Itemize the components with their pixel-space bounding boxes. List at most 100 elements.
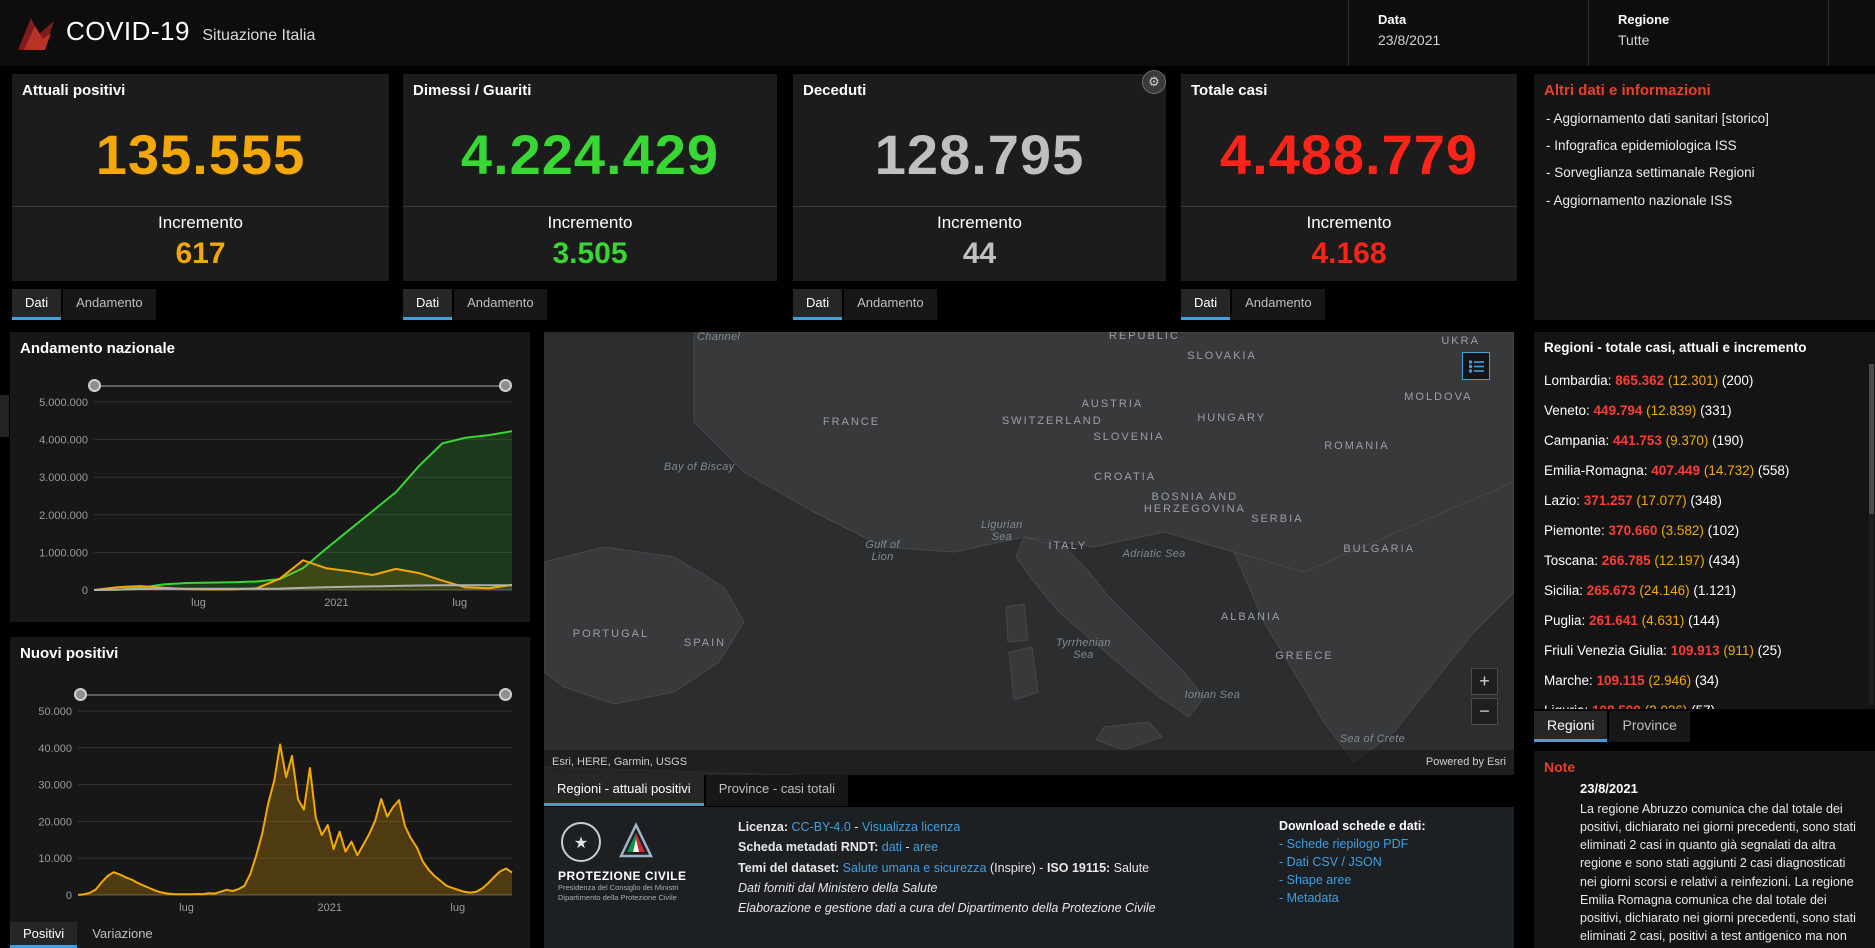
svg-text:30.000: 30.000 bbox=[38, 780, 72, 792]
note-content: 23/8/2021 La regione Abruzzo comunica ch… bbox=[1580, 781, 1862, 948]
regions-panel: Regioni - totale casi, attuali e increme… bbox=[1534, 332, 1875, 709]
svg-text:20.000: 20.000 bbox=[38, 816, 72, 828]
zoom-in-button[interactable]: + bbox=[1471, 668, 1498, 695]
svg-text:lug: lug bbox=[452, 597, 467, 609]
card-value: 4.488.779 bbox=[1181, 122, 1517, 187]
left-panel-collapse-handle[interactable] bbox=[0, 395, 9, 437]
zoom-out-button[interactable]: − bbox=[1471, 698, 1498, 725]
tab-andamento[interactable]: Andamento bbox=[844, 289, 937, 320]
region-row[interactable]: Toscana: 266.785 (12.197) (434) bbox=[1544, 546, 1863, 576]
tab-dati[interactable]: Dati bbox=[793, 289, 842, 320]
time-range-slider bbox=[88, 378, 512, 393]
info-link[interactable]: - Aggiornamento dati sanitari [storico] bbox=[1546, 110, 1861, 128]
info-panel-title: Altri dati e informazioni bbox=[1544, 82, 1711, 99]
region-row[interactable]: Emilia-Romagna: 407.449 (14.732) (558) bbox=[1544, 456, 1863, 486]
protezione-civile-emblem-icon bbox=[614, 819, 658, 863]
map-canvas[interactable]: ChannelREPUBLICUKRASLOVAKIAMOLDOVAAUSTRI… bbox=[544, 332, 1514, 775]
header-divider bbox=[1348, 0, 1349, 66]
download-link[interactable]: - Shape aree bbox=[1279, 873, 1504, 887]
region-row[interactable]: Sicilia: 265.673 (24.146) (1.121) bbox=[1544, 576, 1863, 606]
license-link[interactable]: CC-BY-4.0 bbox=[792, 820, 851, 834]
download-link[interactable]: - Metadata bbox=[1279, 891, 1504, 905]
license-line: Elaborazione e gestione dati a cura del … bbox=[738, 900, 1258, 916]
info-link-list: - Aggiornamento dati sanitari [storico] -… bbox=[1546, 110, 1861, 219]
svg-text:40.000: 40.000 bbox=[38, 743, 72, 755]
svg-text:5.000.000: 5.000.000 bbox=[39, 397, 88, 409]
card-increment-value: 44 bbox=[793, 237, 1166, 271]
regions-scrollbar bbox=[1869, 364, 1874, 705]
map-tabs: Regioni - attuali positivi Province - ca… bbox=[544, 775, 848, 806]
region-row[interactable]: Liguria: 108.599 (2.026) (57) bbox=[1544, 696, 1863, 709]
info-panel: Altri dati e informazioni - Aggiornament… bbox=[1534, 74, 1875, 320]
info-link[interactable]: - Aggiornamento nazionale ISS bbox=[1546, 192, 1861, 210]
svg-text:lug: lug bbox=[450, 902, 465, 914]
card-tabs-attuali: Dati Andamento bbox=[12, 289, 156, 320]
date-filter-label: Data bbox=[1378, 12, 1406, 27]
region-row[interactable]: Friuli Venezia Giulia: 109.913 (911) (25… bbox=[1544, 636, 1863, 666]
card-tabs-totale: Dati Andamento bbox=[1181, 289, 1325, 320]
footer-logos: ★ PROTEZIONE CIVILE Presidenza del Consi… bbox=[558, 819, 728, 903]
info-link[interactable]: - Infografica epidemiologica ISS bbox=[1546, 137, 1861, 155]
tab-andamento[interactable]: Andamento bbox=[1232, 289, 1325, 320]
tab-dati[interactable]: Dati bbox=[1181, 289, 1230, 320]
region-row[interactable]: Lombardia: 865.362 (12.301) (200) bbox=[1544, 366, 1863, 396]
tab-dati[interactable]: Dati bbox=[12, 289, 61, 320]
svg-text:4.000.000: 4.000.000 bbox=[39, 435, 88, 447]
card-title: Deceduti bbox=[803, 82, 866, 99]
card-value: 4.224.429 bbox=[403, 122, 777, 187]
tab-andamento[interactable]: Andamento bbox=[63, 289, 156, 320]
card-totale-casi: Totale casi 4.488.779 Incremento 4.168 bbox=[1181, 74, 1517, 281]
tab-variazione[interactable]: Variazione bbox=[79, 922, 165, 948]
map-legend-button[interactable] bbox=[1462, 352, 1490, 380]
slider-handle-right[interactable] bbox=[499, 688, 512, 701]
widget-settings-gear-icon[interactable]: ⚙ bbox=[1142, 70, 1166, 94]
tab-province-casi-totali[interactable]: Province - casi totali bbox=[706, 775, 848, 806]
region-row[interactable]: Piemonte: 370.660 (3.582) (102) bbox=[1544, 516, 1863, 546]
regions-panel-title: Regioni - totale casi, attuali e increme… bbox=[1544, 340, 1807, 355]
license-link[interactable]: aree bbox=[913, 840, 938, 854]
svg-text:10.000: 10.000 bbox=[38, 853, 72, 865]
tab-andamento[interactable]: Andamento bbox=[454, 289, 547, 320]
nuovi-positivi-title: Nuovi positivi bbox=[20, 645, 118, 662]
license-link[interactable]: Salute umana e sicurezza bbox=[843, 861, 987, 875]
covid-dashboard: COVID-19 Situazione Italia Data 23/8/202… bbox=[0, 0, 1875, 948]
tab-regioni-attuali-positivi[interactable]: Regioni - attuali positivi bbox=[544, 775, 704, 806]
tab-province[interactable]: Province bbox=[1609, 711, 1689, 742]
region-row[interactable]: Campania: 441.753 (9.370) (190) bbox=[1544, 426, 1863, 456]
license-link[interactable]: dati bbox=[882, 840, 902, 854]
attribution-sources: Esri, HERE, Garmin, USGS bbox=[552, 750, 687, 775]
svg-text:2021: 2021 bbox=[317, 902, 341, 914]
card-increment-value: 3.505 bbox=[403, 237, 777, 271]
slider-handle-left[interactable] bbox=[74, 688, 87, 701]
region-row[interactable]: Lazio: 371.257 (17.077) (348) bbox=[1544, 486, 1863, 516]
protezione-civile-logo bbox=[14, 12, 58, 54]
region-row[interactable]: Puglia: 261.641 (4.631) (144) bbox=[1544, 606, 1863, 636]
slider-handle-left[interactable] bbox=[88, 379, 101, 392]
slider-track bbox=[95, 385, 505, 387]
card-divider bbox=[12, 206, 389, 207]
download-link[interactable]: - Schede riepilogo PDF bbox=[1279, 837, 1504, 851]
region-filter[interactable]: Regione Tutte bbox=[1618, 0, 1818, 66]
region-row[interactable]: Veneto: 449.794 (12.839) (331) bbox=[1544, 396, 1863, 426]
license-info: Licenza: CC-BY-4.0 - Visualizza licenzaS… bbox=[738, 819, 1258, 920]
tab-positivi[interactable]: Positivi bbox=[10, 922, 77, 948]
download-link[interactable]: - Dati CSV / JSON bbox=[1279, 855, 1504, 869]
regions-tabs: Regioni Province bbox=[1534, 711, 1690, 742]
andamento-title: Andamento nazionale bbox=[20, 340, 175, 357]
note-date: 23/8/2021 bbox=[1580, 781, 1862, 796]
tab-dati[interactable]: Dati bbox=[403, 289, 452, 320]
region-filter-label: Regione bbox=[1618, 12, 1669, 27]
scrollbar-thumb[interactable] bbox=[1869, 364, 1874, 514]
note-panel: Note 23/8/2021 La regione Abruzzo comuni… bbox=[1534, 751, 1875, 948]
card-increment-label: Incremento bbox=[12, 213, 389, 233]
svg-text:0: 0 bbox=[66, 890, 72, 902]
date-filter[interactable]: Data 23/8/2021 bbox=[1378, 0, 1578, 66]
info-link[interactable]: - Sorveglianza settimanale Regioni bbox=[1546, 164, 1861, 182]
legend-list-icon bbox=[1469, 360, 1484, 373]
tab-regioni[interactable]: Regioni bbox=[1534, 711, 1607, 742]
slider-handle-right[interactable] bbox=[499, 379, 512, 392]
attribution-esri: Powered by Esri bbox=[1426, 750, 1506, 775]
card-value: 128.795 bbox=[793, 122, 1166, 187]
license-link[interactable]: Visualizza licenza bbox=[862, 820, 960, 834]
region-row[interactable]: Marche: 109.115 (2.946) (34) bbox=[1544, 666, 1863, 696]
